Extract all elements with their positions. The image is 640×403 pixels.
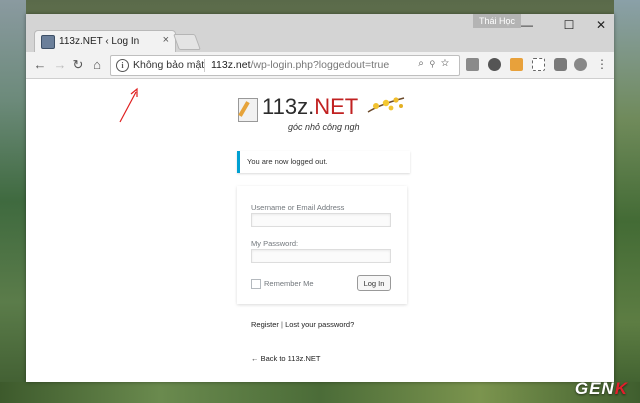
watermark-part2: K	[614, 379, 628, 398]
watermark-part1: GEN	[574, 379, 615, 398]
login-nav-links: Register | Lost your password?	[251, 320, 354, 329]
url-path: /wp-login.php?loggedout=true	[250, 59, 390, 71]
site-logo[interactable]: 113z.NET góc nhỏ công ngh	[238, 94, 408, 132]
forward-icon[interactable]: →	[52, 57, 68, 72]
minimize-button[interactable]: —	[512, 18, 542, 32]
password-label: My Password:	[251, 239, 299, 248]
logo-name-main: 113z.	[262, 94, 315, 119]
page-content: 113z.NET góc nhỏ công ngh You are now lo…	[26, 79, 614, 382]
back-icon[interactable]: ←	[32, 57, 48, 72]
wallpaper-left	[0, 0, 26, 403]
back-to-site-link[interactable]: ← Back to 113z.NET	[251, 354, 320, 363]
info-icon[interactable]: i	[116, 59, 129, 72]
maximize-button[interactable]: ☐	[554, 18, 584, 32]
annotation-arrow-icon	[119, 87, 138, 123]
url-text[interactable]: 113z.net/wp-login.php?loggedout=true	[211, 59, 389, 71]
password-input[interactable]	[251, 249, 391, 263]
reload-icon[interactable]: ↻	[70, 57, 86, 72]
remember-label[interactable]: Remember Me	[264, 279, 314, 288]
url-domain: 113z.net	[211, 59, 251, 71]
genk-watermark: GENK	[575, 379, 628, 399]
logo-name-accent: NET	[314, 94, 359, 119]
new-tab-button[interactable]	[173, 34, 201, 50]
lost-password-link[interactable]: Lost your password?	[285, 320, 354, 329]
menu-icon[interactable]: ⋮	[594, 57, 610, 72]
extension-qr-icon[interactable]	[532, 58, 545, 71]
logo-tagline: góc nhỏ công ngh	[288, 122, 360, 132]
omnibox-divider	[204, 59, 205, 72]
extension-camera-icon[interactable]	[554, 58, 567, 71]
username-input[interactable]	[251, 213, 391, 227]
wallpaper-bottom	[0, 382, 640, 403]
favicon-icon	[41, 35, 55, 49]
tab-active[interactable]: 113z.NET ‹ Log In ×	[34, 30, 176, 53]
tab-title: 113z.NET ‹ Log In	[59, 36, 140, 47]
username-label: Username or Email Address	[251, 203, 345, 212]
logo-text: 113z.NET	[262, 94, 358, 120]
browser-window: 113z.NET ‹ Log In × Thái Học — ☐ ✕ ← → ↻…	[26, 14, 614, 382]
extension-shield-icon[interactable]	[488, 58, 501, 71]
pencil-icon	[238, 98, 258, 122]
omnibox-actions: ⌕⚲☆	[418, 58, 455, 69]
wallpaper-right	[614, 0, 640, 403]
extension-settings-icon[interactable]	[574, 58, 587, 71]
login-form: Username or Email Address My Password: R…	[237, 186, 407, 304]
blossom-icon	[367, 97, 405, 113]
zoom-icon[interactable]: ⌕	[418, 58, 430, 69]
title-bar: 113z.NET ‹ Log In × Thái Học — ☐ ✕	[26, 14, 616, 53]
logout-notice: You are now logged out.	[237, 151, 410, 173]
bookmark-star-icon[interactable]: ☆	[441, 58, 455, 69]
security-status[interactable]: Không bảo mật	[133, 59, 204, 71]
login-button[interactable]: Log In	[357, 275, 391, 291]
browser-toolbar: ← → ↻ ⌂ i Không bảo mật 113z.net/wp-logi…	[26, 52, 614, 79]
address-bar[interactable]: i Không bảo mật 113z.net/wp-login.php?lo…	[110, 55, 460, 76]
pin-icon[interactable]: ⚲	[430, 58, 441, 69]
close-button[interactable]: ✕	[586, 18, 616, 32]
extension-puzzle-icon[interactable]	[510, 58, 523, 71]
home-icon[interactable]: ⌂	[89, 57, 105, 72]
tab-close-icon[interactable]: ×	[163, 34, 169, 46]
register-link[interactable]: Register	[251, 320, 279, 329]
notice-text: You are now logged out.	[247, 157, 328, 166]
extension-cloud-icon[interactable]	[466, 58, 479, 71]
remember-checkbox[interactable]	[251, 279, 261, 289]
